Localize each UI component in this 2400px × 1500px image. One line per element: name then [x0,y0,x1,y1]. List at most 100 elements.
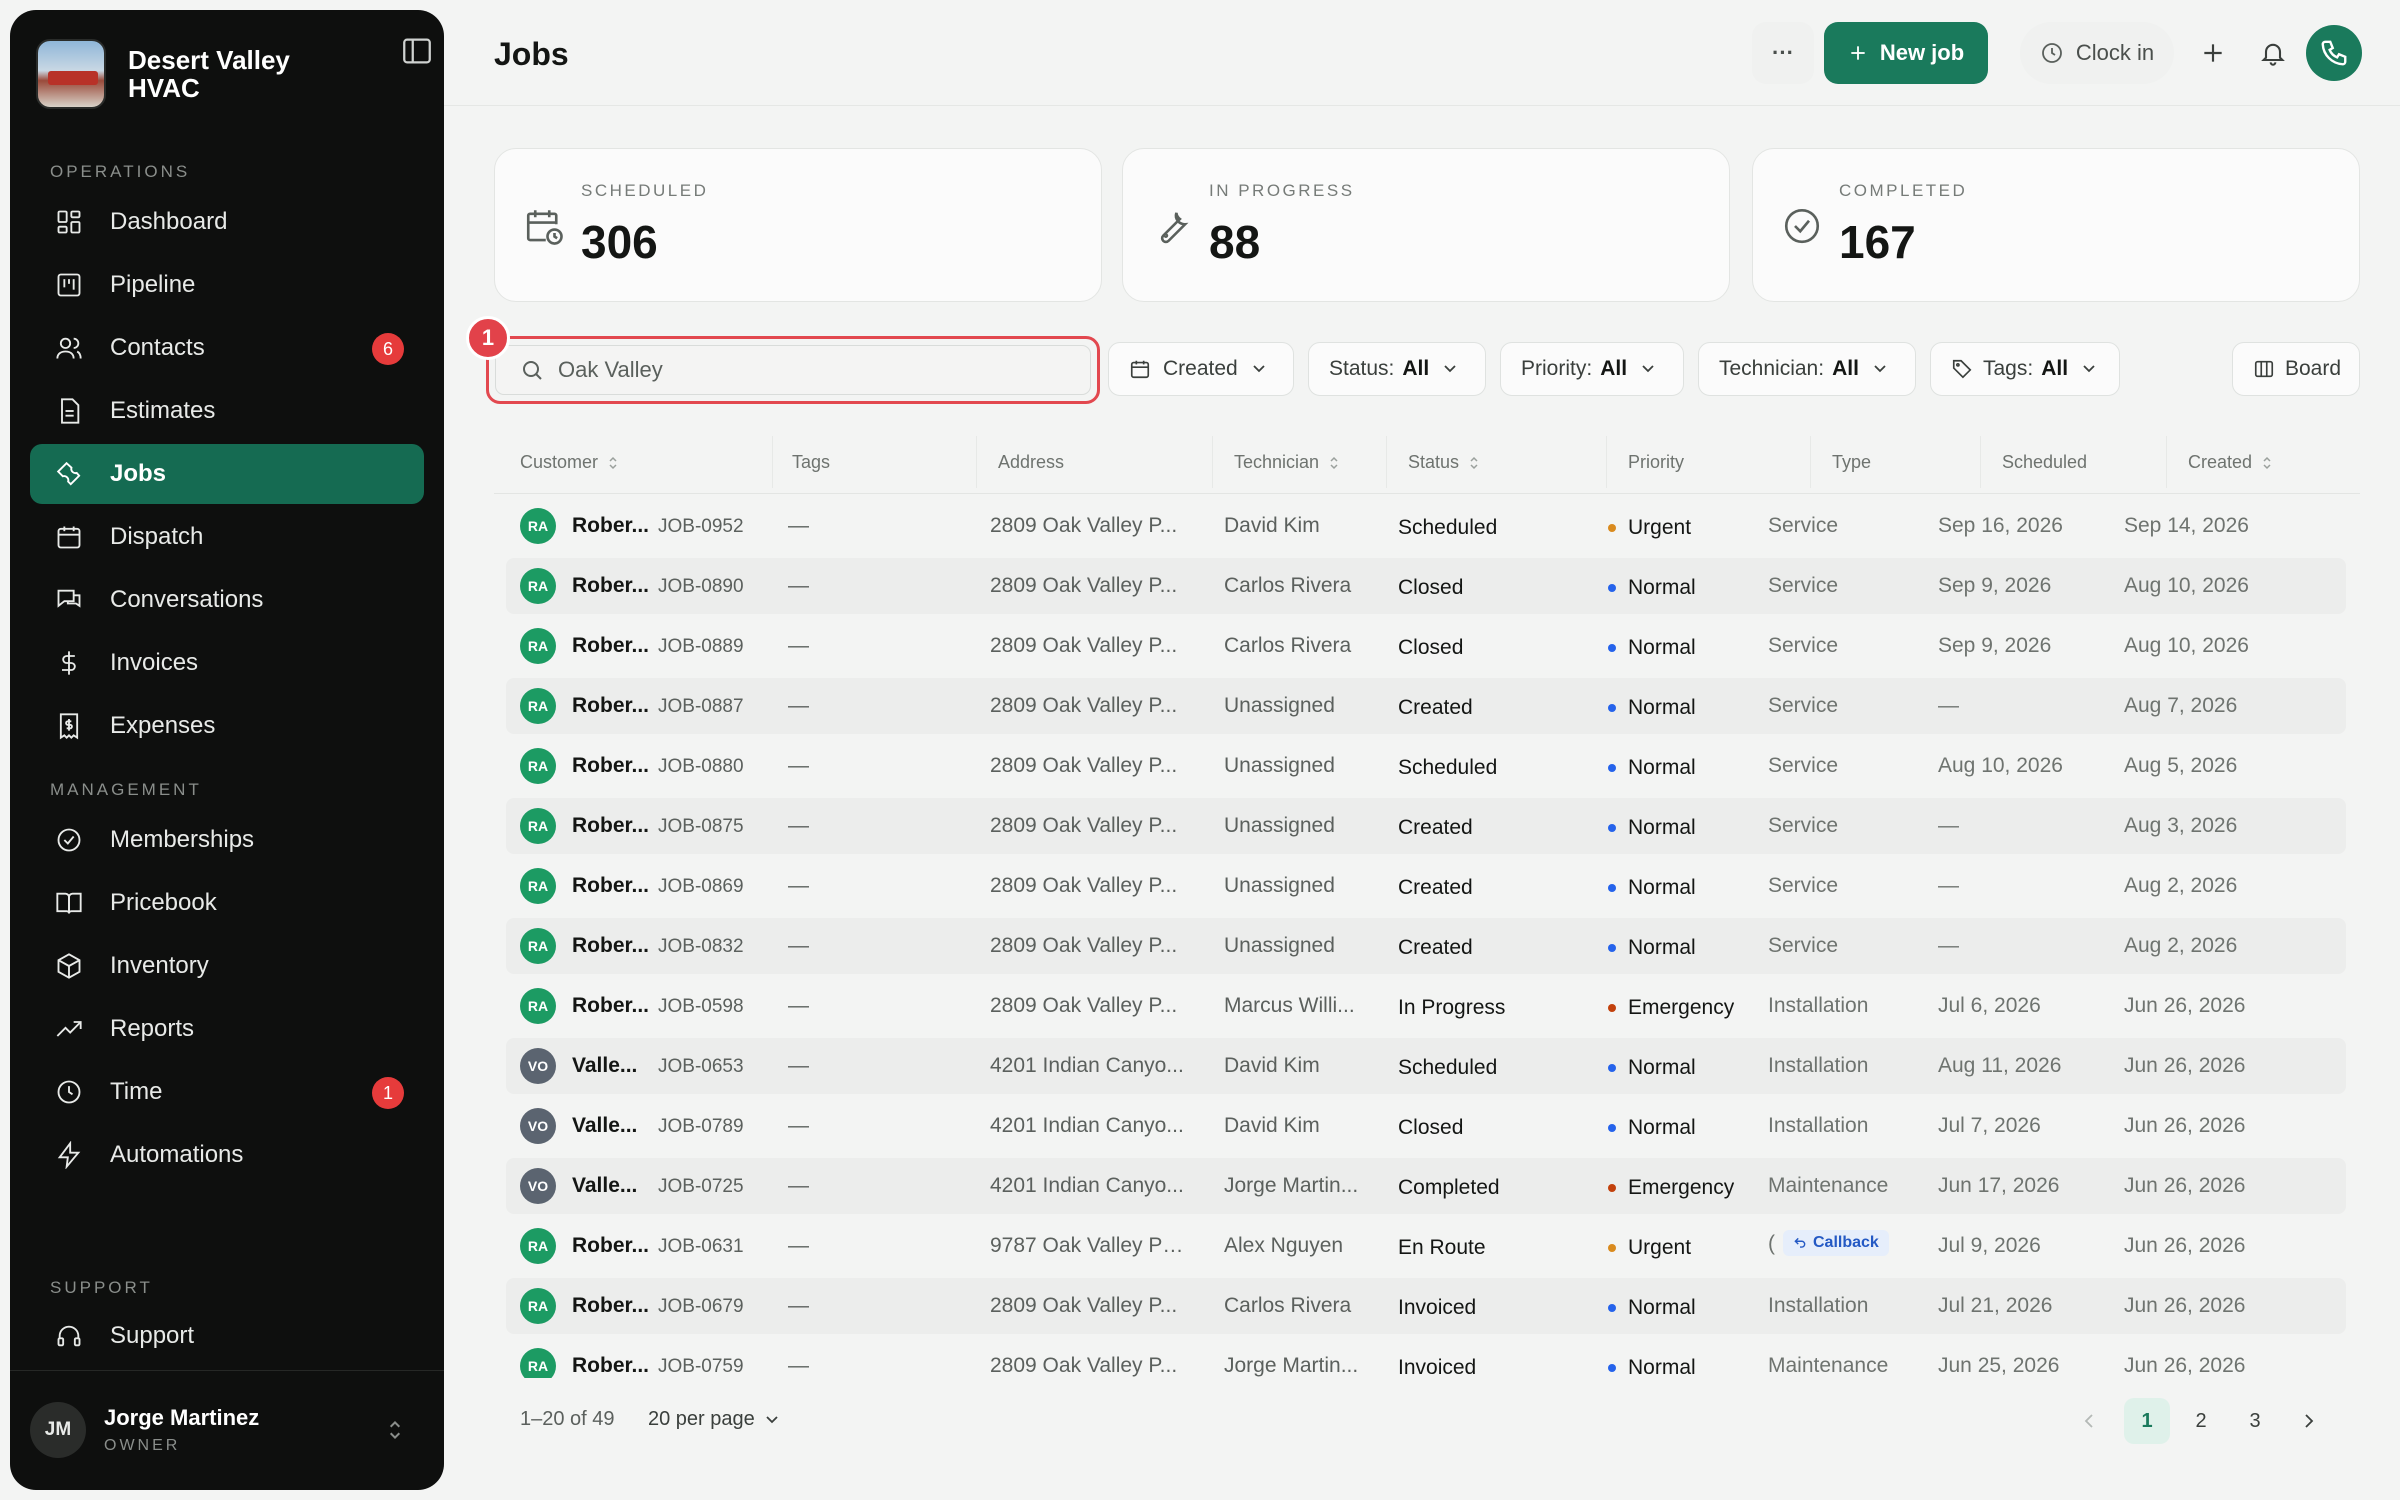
sidebar-item-invoices[interactable]: Invoices [30,633,424,693]
job-id[interactable]: JOB-0631 [658,1236,744,1258]
table-row[interactable]: RA Rober... JOB-0890 — 2809 Oak Valley P... C… [506,558,2346,614]
customer-name[interactable]: Rober... [572,994,649,1018]
customer-name[interactable]: Valle... [572,1054,637,1078]
sidebar-item-inventory[interactable]: Inventory [30,936,424,996]
stat-card-completed[interactable]: COMPLETED 167 [1752,148,2360,302]
job-id[interactable]: JOB-0759 [658,1356,744,1378]
sidebar-item-estimates[interactable]: Estimates [30,381,424,441]
technician-filter[interactable]: Technician: All [1698,342,1916,396]
sidebar-item-expenses[interactable]: Expenses [30,696,424,756]
prev-page-button[interactable] [2066,1398,2112,1444]
job-id[interactable]: JOB-0889 [658,636,744,658]
customer-name[interactable]: Rober... [572,1234,649,1258]
per-page-select[interactable]: 20 per page [648,1408,779,1431]
sidebar-item-reports[interactable]: Reports [30,999,424,1059]
table-row[interactable]: RA Rober... JOB-0832 — 2809 Oak Valley P... U… [506,918,2346,974]
clock-in-button[interactable]: Clock in [2020,22,2174,84]
sidebar-item-pipeline[interactable]: Pipeline [30,255,424,315]
customer-name[interactable]: Rober... [572,514,649,538]
customer-name[interactable]: Rober... [572,934,649,958]
sidebar-collapse-icon[interactable] [400,34,434,68]
type-cell: Service [1768,574,1839,597]
scheduled-cell: Aug 10, 2026 [1938,754,2063,777]
customer-name[interactable]: Rober... [572,874,649,898]
chevron-down-icon [1873,364,1887,374]
sidebar-item-contacts[interactable]: Contacts 6 [30,318,424,378]
table-row[interactable]: RA Rober... JOB-0631 — 9787 Oak Valley Pk...… [506,1218,2346,1274]
customer-name[interactable]: Valle... [572,1174,637,1198]
job-id[interactable]: JOB-0679 [658,1296,744,1318]
column-header-customer[interactable]: Customer [520,452,618,473]
sidebar-item-conversations[interactable]: Conversations [30,570,424,630]
table-row[interactable]: RA Rober... JOB-0598 — 2809 Oak Valley P... M… [506,978,2346,1034]
column-header-status[interactable]: Status [1408,452,1479,473]
customer-name[interactable]: Rober... [572,634,649,658]
created-cell: Aug 2, 2026 [2124,934,2238,957]
board-view-button[interactable]: Board [2232,342,2360,396]
page-button-1[interactable]: 1 [2124,1398,2170,1444]
job-id[interactable]: JOB-0887 [658,696,744,718]
table-row[interactable]: RA Rober... JOB-0869 — 2809 Oak Valley P... U… [506,858,2346,914]
job-id[interactable]: JOB-0598 [658,996,744,1018]
table-row[interactable]: RA Rober... JOB-0759 — 2809 Oak Valley P... J… [506,1338,2346,1378]
sidebar-item-automations[interactable]: Automations [30,1125,424,1185]
sidebar-item-memberships[interactable]: Memberships [30,810,424,870]
table-row[interactable]: VO Valle... JOB-0789 — 4201 Indian Canyo... D… [506,1098,2346,1154]
user-menu[interactable]: JM Jorge Martinez OWNER [30,1385,424,1475]
table-row[interactable]: RA Rober... JOB-0875 — 2809 Oak Valley P... U… [506,798,2346,854]
job-id[interactable]: JOB-0725 [658,1176,744,1198]
phone-button[interactable] [2306,25,2362,81]
table-row[interactable]: RA Rober... JOB-0887 — 2809 Oak Valley P... U… [506,678,2346,734]
sidebar-item-dispatch[interactable]: Dispatch [30,507,424,567]
next-page-button[interactable] [2286,1398,2332,1444]
job-id[interactable]: JOB-0869 [658,876,744,898]
stat-card-scheduled[interactable]: SCHEDULED 306 [494,148,1102,302]
page-button-2[interactable]: 2 [2178,1398,2224,1444]
table-row[interactable]: RA Rober... JOB-0679 — 2809 Oak Valley P... C… [506,1278,2346,1334]
column-header-technician[interactable]: Technician [1234,452,1339,473]
sidebar-item-jobs[interactable]: Jobs [30,444,424,504]
new-job-button[interactable]: New job [1824,22,1988,84]
more-button[interactable]: ··· [1752,22,1814,84]
stat-card-in-progress[interactable]: IN PROGRESS 88 [1122,148,1730,302]
job-id[interactable]: JOB-0875 [658,816,744,838]
customer-name[interactable]: Rober... [572,1354,649,1378]
search-input[interactable] [558,357,1058,383]
sidebar-item-support[interactable]: Support [30,1306,424,1366]
tags-filter[interactable]: Tags: All [1930,342,2120,396]
table-row[interactable]: RA Rober... JOB-0952 — 2809 Oak Valley P... D… [506,498,2346,554]
column-label: Tags [792,452,831,472]
table-row[interactable]: VO Valle... JOB-0725 — 4201 Indian Canyo... J… [506,1158,2346,1214]
job-id[interactable]: JOB-0952 [658,516,744,538]
customer-name[interactable]: Valle... [572,1114,637,1138]
page-button-3[interactable]: 3 [2232,1398,2278,1444]
notifications-button[interactable] [2246,22,2300,84]
brand-logo [36,39,106,109]
brand[interactable]: Desert Valley HVAC [36,34,426,114]
customer-name[interactable]: Rober... [572,694,649,718]
sidebar-item-pricebook[interactable]: Pricebook [30,873,424,933]
table-row[interactable]: VO Valle... JOB-0653 — 4201 Indian Canyo... D… [506,1038,2346,1094]
customer-name[interactable]: Rober... [572,814,649,838]
sidebar-item-time[interactable]: Time 1 [30,1062,424,1122]
column-header-created[interactable]: Created [2188,452,2272,473]
sidebar-item-dashboard[interactable]: Dashboard [30,192,424,252]
add-button[interactable] [2186,22,2240,84]
customer-name[interactable]: Rober... [572,754,649,778]
job-id[interactable]: JOB-0890 [658,576,744,598]
job-id[interactable]: JOB-0832 [658,936,744,958]
job-id[interactable]: JOB-0880 [658,756,744,778]
column-divider [976,436,977,488]
column-label: Address [998,452,1065,472]
table-row[interactable]: RA Rober... JOB-0880 — 2809 Oak Valley P... U… [506,738,2346,794]
job-id[interactable]: JOB-0789 [658,1116,744,1138]
job-id[interactable]: JOB-0653 [658,1056,744,1078]
status-filter[interactable]: Status: All [1308,342,1486,396]
created-filter[interactable]: Created [1108,342,1294,396]
customer-name[interactable]: Rober... [572,1294,649,1318]
table-row[interactable]: RA Rober... JOB-0889 — 2809 Oak Valley P... C… [506,618,2346,674]
customer-name[interactable]: Rober... [572,574,649,598]
type-cell: Service [1768,634,1839,657]
priority-filter[interactable]: Priority: All [1500,342,1684,396]
search-box[interactable] [495,345,1091,395]
